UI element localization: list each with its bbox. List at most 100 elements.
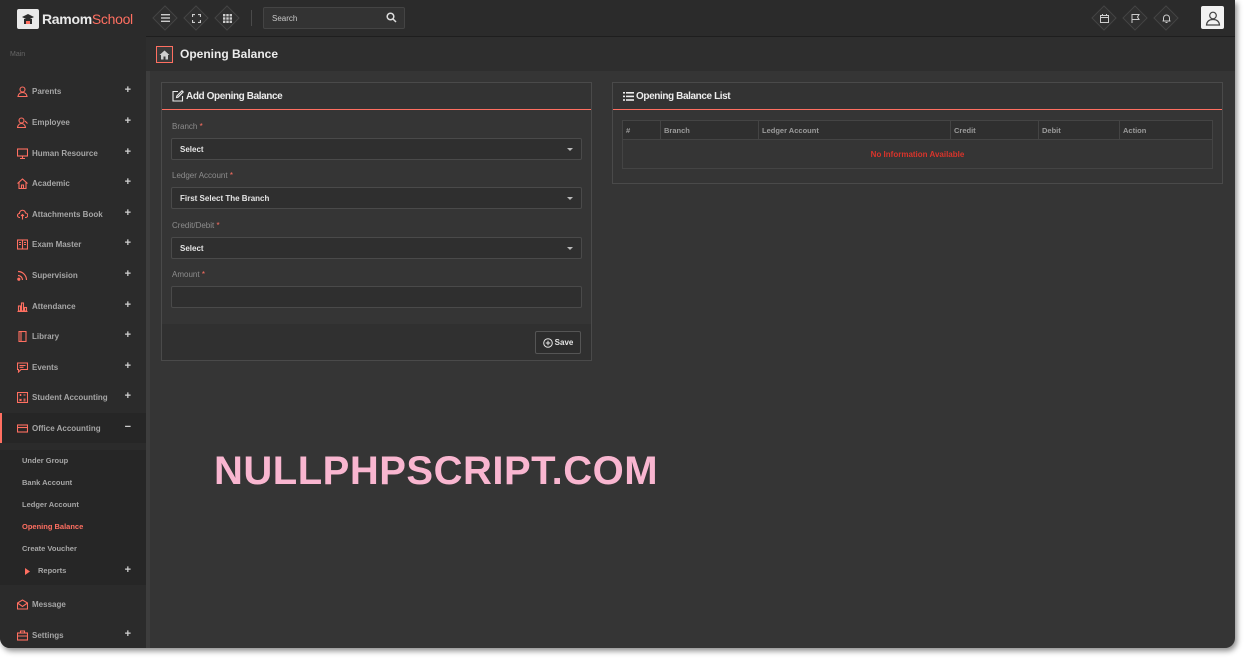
opening-balance-table: # Branch Ledger Account Credit Debit Act… — [622, 120, 1213, 169]
sidebar-item-settings[interactable]: Settings + — [0, 620, 146, 648]
sidebar-item-label: Message — [32, 599, 66, 609]
sidebar-item-events[interactable]: Events + — [0, 352, 146, 382]
empty-message: No Information Available — [622, 139, 1213, 169]
bell-icon[interactable] — [1154, 6, 1178, 30]
panel-title: Add Opening Balance — [186, 90, 283, 102]
expand-icon[interactable]: + — [125, 207, 131, 219]
expand-icon[interactable]: + — [125, 268, 131, 280]
logo[interactable]: RamomSchool — [0, 0, 146, 37]
opening-balance-list-panel: Opening Balance List # Branch Ledger Acc… — [612, 82, 1223, 184]
sidebar-item-label: Events — [32, 362, 59, 372]
column-header-branch[interactable]: Branch — [660, 120, 759, 140]
amount-input[interactable] — [171, 286, 582, 308]
sidebar-section-label: Main — [10, 51, 26, 58]
sidebar-item-library[interactable]: Library + — [0, 321, 146, 351]
credit-card-icon — [16, 422, 28, 434]
sidebar-item-label: Academic — [32, 178, 70, 188]
column-header-credit[interactable]: Credit — [950, 120, 1039, 140]
ledger-account-label: Ledger Account * — [172, 171, 233, 180]
home-icon — [16, 177, 28, 189]
expand-icon[interactable]: + — [125, 628, 131, 640]
bar-chart-icon — [16, 300, 28, 312]
expand-icon[interactable]: + — [125, 390, 131, 402]
column-header-action[interactable]: Action — [1119, 120, 1213, 140]
calendar-icon[interactable] — [1092, 6, 1116, 30]
panel-header: Add Opening Balance — [162, 83, 591, 110]
submenu-item-bank-account[interactable]: Bank Account — [22, 478, 72, 487]
sidebar-item-office-accounting[interactable]: Office Accounting − — [0, 413, 146, 443]
sidebar-item-employee[interactable]: Employee + — [0, 107, 146, 137]
expand-icon[interactable]: + — [125, 237, 131, 249]
chevron-down-icon — [567, 148, 573, 151]
sidebar: Main Parents + Employee + Human Resource… — [0, 37, 146, 648]
search-input[interactable]: Search — [263, 7, 405, 29]
submenu-item-under-group[interactable]: Under Group — [22, 456, 68, 465]
edit-icon — [172, 90, 184, 102]
header-divider — [251, 10, 252, 26]
add-opening-balance-panel: Add Opening Balance Branch * Select Ledg… — [161, 82, 592, 361]
save-button[interactable]: Save — [535, 331, 581, 354]
collapse-icon[interactable]: − — [125, 421, 131, 433]
sidebar-item-label: Settings — [32, 630, 64, 640]
table-header-row: # Branch Ledger Account Credit Debit Act… — [622, 120, 1213, 140]
chevron-down-icon — [567, 247, 573, 250]
expand-icon[interactable]: + — [125, 299, 131, 311]
search-icon[interactable] — [386, 12, 397, 23]
table-row: No Information Available — [622, 139, 1213, 169]
sidebar-item-human-resource[interactable]: Human Resource + — [0, 138, 146, 168]
logo-text: RamomSchool — [42, 10, 133, 27]
book-icon — [16, 238, 28, 250]
message-icon — [16, 361, 28, 373]
submenu-office-accounting: Under Group Bank Account Ledger Account … — [0, 450, 146, 585]
expand-icon[interactable]: + — [125, 115, 131, 127]
user-avatar-icon[interactable] — [1201, 6, 1224, 29]
sidebar-item-parents[interactable]: Parents + — [0, 76, 146, 106]
list-icon — [623, 91, 634, 101]
column-header-debit[interactable]: Debit — [1038, 120, 1120, 140]
sidebar-item-label: Library — [32, 331, 60, 341]
home-icon[interactable] — [156, 46, 173, 63]
expand-icon[interactable]: + — [125, 329, 131, 341]
credit-debit-select[interactable]: Select — [171, 237, 582, 259]
apps-grid-icon[interactable] — [215, 6, 239, 30]
submenu-item-reports[interactable]: Reports + — [24, 564, 146, 578]
expand-icon[interactable]: + — [125, 84, 131, 96]
sidebar-item-message[interactable]: Message — [0, 589, 146, 619]
branch-select-value: Select — [180, 144, 204, 154]
sidebar-scrollbar[interactable] — [146, 71, 150, 648]
sidebar-item-attendance[interactable]: Attendance + — [0, 291, 146, 321]
sidebar-item-supervision[interactable]: Supervision + — [0, 260, 146, 290]
submenu-item-ledger-account[interactable]: Ledger Account — [22, 500, 79, 509]
fullscreen-icon[interactable] — [184, 6, 208, 30]
column-header-ledger-account[interactable]: Ledger Account — [758, 120, 951, 140]
employee-icon — [16, 116, 28, 128]
submenu-item-opening-balance[interactable]: Opening Balance — [22, 522, 83, 531]
column-header-number[interactable]: # — [622, 120, 661, 140]
expand-icon[interactable]: + — [125, 564, 131, 576]
menu-icon[interactable] — [153, 6, 177, 30]
sidebar-item-student-accounting[interactable]: Student Accounting + — [0, 382, 146, 412]
cloud-upload-icon — [16, 208, 28, 220]
plus-circle-icon — [542, 337, 553, 348]
submenu-item-label: Reports — [38, 566, 67, 575]
credit-debit-label: Credit/Debit * — [172, 221, 220, 230]
library-book-icon — [16, 330, 28, 342]
sidebar-item-label: Attendance — [32, 301, 76, 311]
sidebar-item-attachments-book[interactable]: Attachments Book + — [0, 199, 146, 229]
sidebar-item-academic[interactable]: Academic + — [0, 168, 146, 198]
rss-icon — [16, 269, 28, 281]
ledger-account-select-value: First Select The Branch — [180, 193, 270, 203]
flag-icon[interactable] — [1123, 6, 1147, 30]
submenu-item-create-voucher[interactable]: Create Voucher — [22, 544, 77, 553]
ledger-account-select[interactable]: First Select The Branch — [171, 187, 582, 209]
sidebar-item-exam-master[interactable]: Exam Master + — [0, 229, 146, 259]
branch-select[interactable]: Select — [171, 138, 582, 160]
sidebar-item-label: Exam Master — [32, 239, 82, 249]
save-button-label: Save — [554, 338, 574, 347]
amount-label: Amount * — [172, 270, 205, 279]
sidebar-item-label: Human Resource — [32, 148, 98, 158]
expand-icon[interactable]: + — [125, 146, 131, 158]
expand-icon[interactable]: + — [125, 360, 131, 372]
watermark-text: NULLPHPSCRIPT.COM — [214, 449, 659, 493]
expand-icon[interactable]: + — [125, 176, 131, 188]
